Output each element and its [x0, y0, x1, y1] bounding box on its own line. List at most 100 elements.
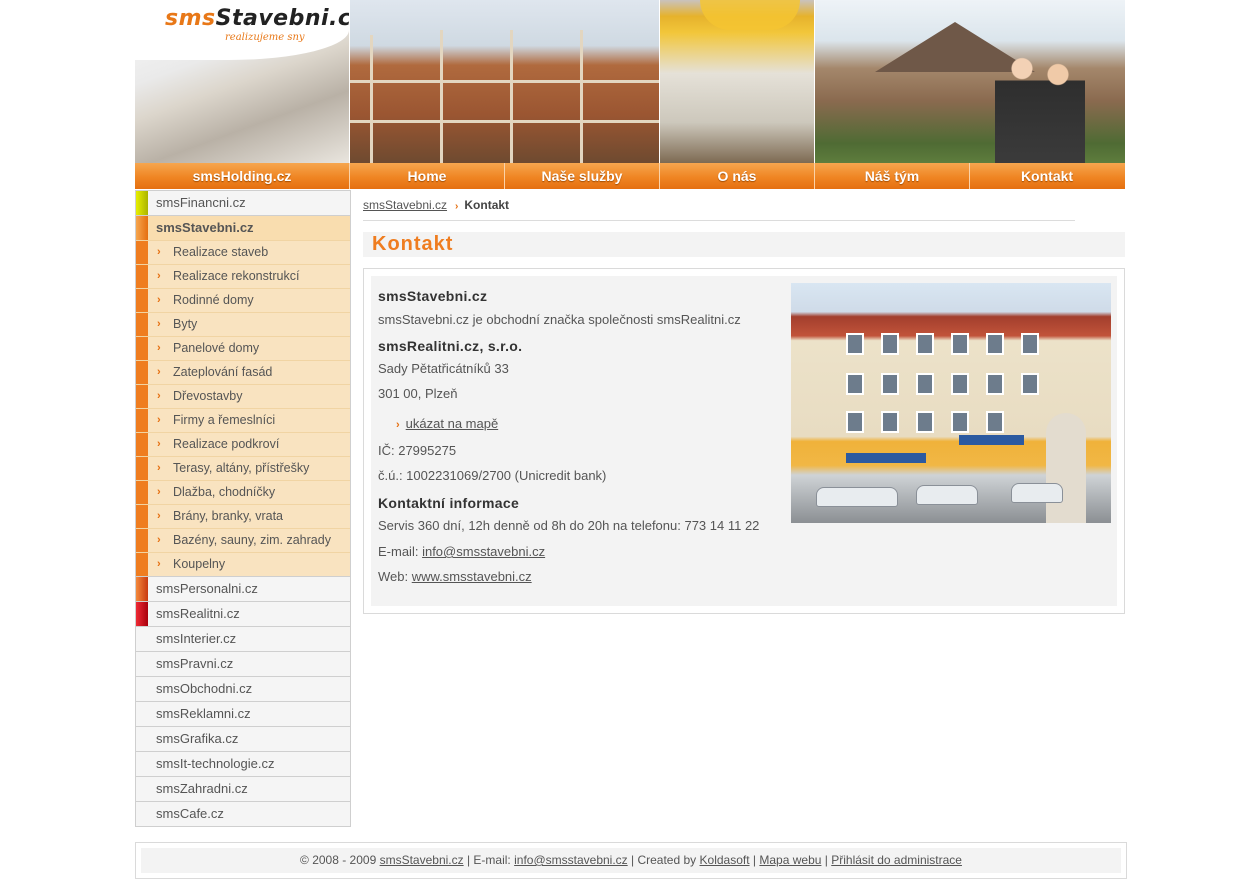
chevron-right-icon: ›: [157, 510, 161, 522]
sidebar-item-smsrealitni[interactable]: smsRealitni.cz: [136, 601, 350, 626]
company-heading: smsStavebni.cz: [378, 288, 488, 304]
owner-heading: smsRealitni.cz, s.r.o.: [378, 338, 523, 354]
sidebar-item-label: smsZahradni.cz: [156, 781, 248, 796]
nav-contact[interactable]: Kontakt: [970, 163, 1124, 189]
web-link[interactable]: www.smsstavebni.cz: [412, 569, 532, 584]
sidebar-item-smsit-technologie[interactable]: smsIt-technologie.cz: [136, 751, 350, 776]
office-building-photo: [791, 283, 1111, 523]
sidebar-item-smsgrafika[interactable]: smsGrafika.cz: [136, 726, 350, 751]
sidebar-subitem[interactable]: › Realizace staveb: [136, 240, 350, 265]
sidebar-subitem-label: Zateplování fasád: [173, 365, 273, 379]
main-navigation: smsHolding.cz Home Naše služby O nás Náš…: [135, 163, 1125, 189]
sidebar-subitem[interactable]: › Brány, branky, vrata: [136, 504, 350, 529]
logo-tagline: realizujeme sny: [225, 32, 305, 43]
sidebar-item-smsinterier[interactable]: smsInterier.cz: [136, 626, 350, 651]
sidebar-color-mark: [136, 216, 148, 240]
sidebar-item-label: smsInterier.cz: [156, 631, 237, 646]
chevron-right-icon: ›: [157, 486, 161, 498]
sidebar-item-label: smsIt-technologie.cz: [156, 756, 275, 771]
company-id: IČ: 27995275: [378, 443, 457, 458]
sidebar-subitem-label: Byty: [173, 317, 198, 331]
sidebar-color-mark: [136, 191, 148, 215]
sidebar-item-smszahradni[interactable]: smsZahradni.cz: [136, 776, 350, 801]
sidebar-subitem[interactable]: › Dlažba, chodníčky: [136, 480, 350, 505]
sidebar-item-smspravni[interactable]: smsPravni.cz: [136, 651, 350, 676]
sidebar-subitem[interactable]: › Bazény, sauny, zim. zahrady: [136, 528, 350, 553]
chevron-right-icon: ›: [157, 270, 161, 282]
sidebar-subitem[interactable]: › Rodinné domy: [136, 288, 350, 313]
site-logo[interactable]: smsStavebni.cz: [165, 6, 349, 31]
sidebar-subitem[interactable]: › Terasy, altány, přístřešky: [136, 456, 350, 481]
contact-panel: smsStavebni.cz smsStavebni.cz je obchodn…: [371, 276, 1117, 606]
sidebar-subitem[interactable]: › Byty: [136, 312, 350, 337]
sidebar-item-label: smsPersonalni.cz: [156, 581, 258, 596]
email-label: E-mail:: [378, 544, 419, 559]
page-title-bar: Kontakt: [363, 232, 1125, 257]
sidebar-item-label: smsGrafika.cz: [156, 731, 239, 746]
chevron-right-icon: ›: [157, 558, 161, 570]
sidebar-item-label: smsObchodni.cz: [156, 681, 253, 696]
service-hours: Servis 360 dní, 12h denně od 8h do 20h n…: [378, 518, 760, 533]
contact-info-heading: Kontaktní informace: [378, 495, 520, 511]
email-link[interactable]: info@smsstavebni.cz: [422, 544, 545, 559]
sidebar-subitem-label: Brány, branky, vrata: [173, 509, 283, 523]
nav-smsholding[interactable]: smsHolding.cz: [135, 163, 350, 189]
sidebar-item-smsstavebni[interactable]: smsStavebni.cz: [136, 215, 350, 240]
sidebar-subitem-label: Realizace podkroví: [173, 437, 280, 451]
sidebar-subitem-label: Firmy a řemeslníci: [173, 413, 276, 427]
chevron-right-icon: ›: [157, 534, 161, 546]
nav-home[interactable]: Home: [350, 163, 505, 189]
breadcrumb-home-link[interactable]: smsStavebni.cz: [363, 198, 447, 212]
chevron-right-icon: ›: [157, 246, 161, 258]
sidebar-subitem-label: Rodinné domy: [173, 293, 254, 307]
chevron-right-icon: ›: [157, 462, 161, 474]
sidebar-subitem[interactable]: › Realizace podkroví: [136, 432, 350, 457]
footer-site-link[interactable]: smsStavebni.cz: [380, 853, 464, 867]
sidebar-subitem[interactable]: › Zateplování fasád: [136, 360, 350, 385]
footer-sitemap-link[interactable]: Mapa webu: [759, 853, 821, 867]
page: smsStavebni.cz realizujeme sny smsHoldin…: [135, 0, 1127, 879]
header-photo-family-house: [815, 0, 1125, 163]
sidebar-subitem[interactable]: › Firmy a řemeslníci: [136, 408, 350, 433]
footer-creator-link[interactable]: Koldasoft: [700, 853, 750, 867]
logo-part2: Stavebni.cz: [215, 6, 349, 31]
show-on-map-link[interactable]: ukázat na mapě: [406, 416, 499, 431]
chevron-right-icon: ›: [157, 438, 161, 450]
sidebar-subitem-label: Realizace staveb: [173, 245, 269, 259]
sidebar-subitem-label: Koupelny: [173, 557, 226, 571]
sidebar-subitem-label: Panelové domy: [173, 341, 260, 355]
breadcrumb: smsStavebni.cz › Kontakt: [363, 198, 509, 212]
nav-team[interactable]: Náš tým: [815, 163, 970, 189]
nav-about[interactable]: O nás: [660, 163, 815, 189]
address-street: Sady Pětatřicátníků 33: [378, 361, 509, 376]
sidebar-item-label: smsReklamni.cz: [156, 706, 251, 721]
header-photo-team: smsStavebni.cz realizujeme sny: [135, 0, 349, 163]
sidebar-item-smsfinancni[interactable]: smsFinancni.cz: [136, 190, 350, 215]
footer-email-link[interactable]: info@smsstavebni.cz: [514, 853, 628, 867]
sidebar-item-label: smsPravni.cz: [156, 656, 234, 671]
sidebar-item-smsreklamni[interactable]: smsReklamni.cz: [136, 701, 350, 726]
sidebar-subitem[interactable]: › Panelové domy: [136, 336, 350, 361]
header: smsStavebni.cz realizujeme sny smsHoldin…: [135, 0, 1125, 190]
sidebar-item-smspersonalni[interactable]: smsPersonalni.cz: [136, 576, 350, 601]
footer-separator: |: [824, 853, 828, 867]
sidebar-item-smsobchodni[interactable]: smsObchodni.cz: [136, 676, 350, 701]
helmet-shape: [700, 0, 800, 30]
address-city: 301 00, Plzeň: [378, 386, 458, 401]
sidebar-subitem[interactable]: › Realizace rekonstrukcí: [136, 264, 350, 289]
nav-services[interactable]: Naše služby: [505, 163, 660, 189]
sidebar-subitem[interactable]: › Dřevostavby: [136, 384, 350, 409]
contact-box: smsStavebni.cz smsStavebni.cz je obchodn…: [363, 268, 1125, 614]
sidebar-item-label: smsCafe.cz: [156, 806, 224, 821]
chevron-right-icon: ›: [157, 414, 161, 426]
header-photo-construction: [350, 0, 659, 163]
chevron-right-icon: ›: [157, 390, 161, 402]
sidebar-item-smscafe[interactable]: smsCafe.cz: [136, 801, 350, 826]
sidebar-item-label: smsFinancni.cz: [156, 195, 246, 210]
sidebar-subitem[interactable]: › Koupelny: [136, 552, 350, 577]
sidebar-color-mark: [136, 602, 148, 626]
sidebar-subitem-label: Realizace rekonstrukcí: [173, 269, 300, 283]
footer-admin-login-link[interactable]: Přihlásit do administrace: [831, 853, 962, 867]
contact-info: smsStavebni.cz smsStavebni.cz je obchodn…: [378, 284, 778, 584]
family-figure: [995, 45, 1085, 163]
